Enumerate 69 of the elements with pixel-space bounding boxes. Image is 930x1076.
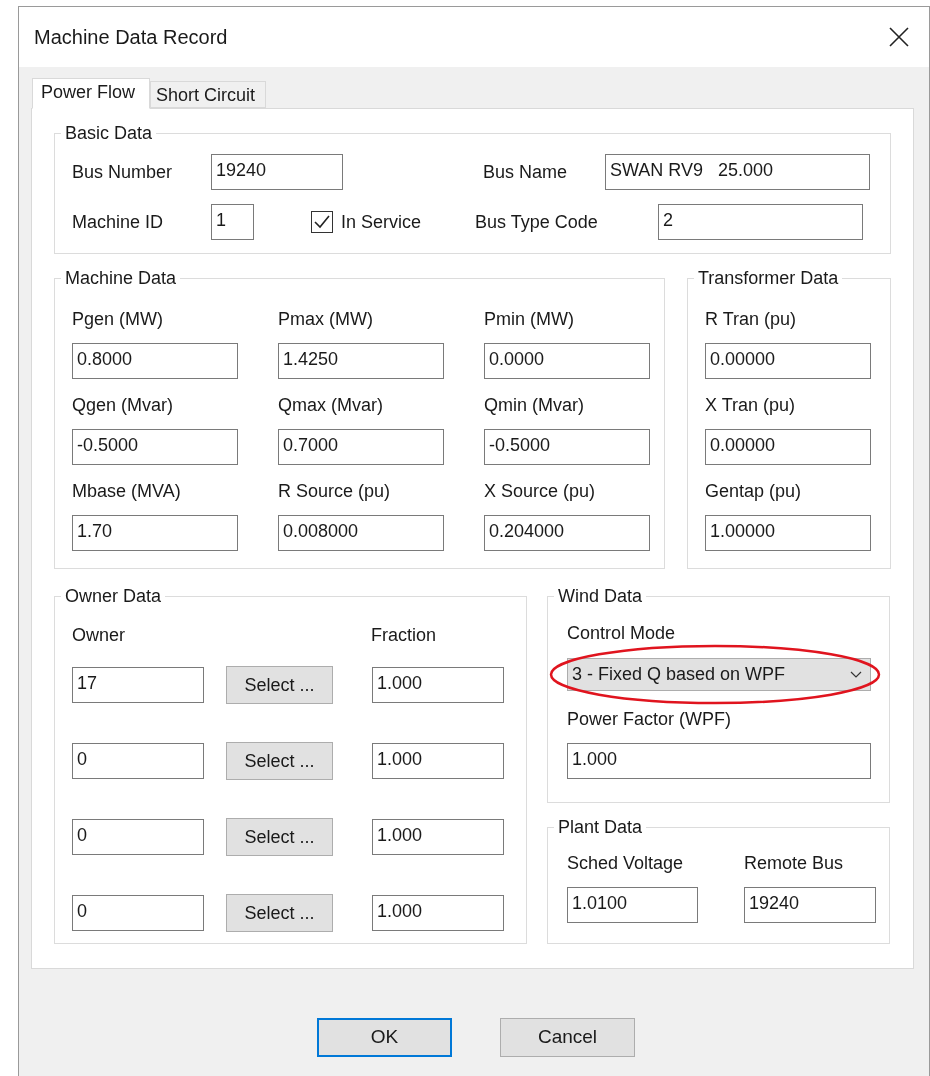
select-button[interactable]: Select ... (226, 818, 333, 856)
chevron-down-icon (850, 671, 862, 678)
input-field[interactable]: 0.008000 (278, 515, 444, 551)
input-field[interactable]: -0.5000 (72, 429, 238, 465)
field-label: Mbase (MVA) (72, 480, 182, 503)
tab[interactable]: Short Circuit (150, 81, 266, 108)
checkbox-label[interactable]: In Service (341, 210, 475, 234)
group-title: Owner Data (64, 585, 163, 607)
group-title: Machine Data (64, 267, 178, 289)
input-field[interactable]: 1.4250 (278, 343, 444, 379)
dialog-button[interactable]: OK (317, 1018, 452, 1057)
field-label: R Source (pu) (278, 480, 392, 503)
input-field[interactable]: 17 (72, 667, 204, 703)
input-field[interactable]: 0 (72, 743, 204, 779)
field-label: Remote Bus (744, 852, 845, 875)
input-field[interactable]: 1.00000 (705, 515, 871, 551)
field-label: Qgen (Mvar) (72, 394, 175, 417)
window-title: Machine Data Record (34, 25, 229, 50)
field-label: Qmin (Mvar) (484, 394, 585, 417)
input-field[interactable]: 1.0100 (567, 887, 698, 923)
group-title: Transformer Data (697, 267, 840, 289)
input-field[interactable]: 0.00000 (705, 343, 871, 379)
field-label: Bus Number (72, 161, 174, 184)
field-label: Machine ID (72, 211, 165, 234)
checkbox[interactable] (311, 211, 333, 233)
input-field[interactable]: 0.0000 (484, 343, 650, 379)
input-field[interactable]: 0.8000 (72, 343, 238, 379)
input-field[interactable]: 2 (658, 204, 863, 240)
input-field[interactable]: -0.5000 (484, 429, 650, 465)
field-label: Bus Type Code (475, 211, 599, 234)
input-field[interactable]: 0.204000 (484, 515, 650, 551)
input-field[interactable]: 0 (72, 895, 204, 931)
field-label: Pmin (MW) (484, 308, 575, 331)
input-field[interactable]: 0.7000 (278, 429, 444, 465)
input-field[interactable]: 1.70 (72, 515, 238, 551)
select-button[interactable]: Select ... (226, 666, 333, 704)
input-field[interactable]: 1.000 (567, 743, 871, 779)
input-field[interactable]: 0.00000 (705, 429, 871, 465)
field-label: Gentap (pu) (705, 480, 803, 503)
field-label: X Tran (pu) (705, 394, 797, 417)
group-title: Basic Data (64, 122, 154, 144)
field-label: Owner (72, 624, 126, 647)
tab[interactable]: Power Flow (32, 78, 150, 109)
input-field[interactable]: 1 (211, 204, 254, 240)
input-field[interactable]: 0 (72, 819, 204, 855)
field-label: Control Mode (567, 622, 677, 645)
select-button[interactable]: Select ... (226, 894, 333, 932)
dropdown[interactable]: 3 - Fixed Q based on WPF (567, 658, 871, 691)
field-label: Qmax (Mvar) (278, 394, 384, 417)
input-field[interactable]: 19240 (744, 887, 876, 923)
input-field[interactable]: 19240 (211, 154, 343, 190)
field-label: Bus Name (483, 161, 569, 184)
dialog-button[interactable]: Cancel (500, 1018, 635, 1057)
input-field[interactable]: 1.000 (372, 667, 504, 703)
field-label: Sched Voltage (567, 852, 685, 875)
input-field[interactable]: 1.000 (372, 895, 504, 931)
select-button[interactable]: Select ... (226, 742, 333, 780)
field-label: Fraction (371, 624, 437, 647)
field-label: R Tran (pu) (705, 308, 798, 331)
input-field[interactable]: SWAN RV9 25.000 (605, 154, 870, 190)
input-field[interactable]: 1.000 (372, 819, 504, 855)
input-field[interactable]: 1.000 (372, 743, 504, 779)
field-label: Power Factor (WPF) (567, 708, 732, 731)
field-label: Pmax (MW) (278, 308, 374, 331)
group-title: Plant Data (557, 816, 644, 838)
group-title: Wind Data (557, 585, 644, 607)
close-icon[interactable] (889, 27, 909, 47)
field-label: X Source (pu) (484, 480, 597, 503)
field-label: Pgen (MW) (72, 308, 164, 331)
